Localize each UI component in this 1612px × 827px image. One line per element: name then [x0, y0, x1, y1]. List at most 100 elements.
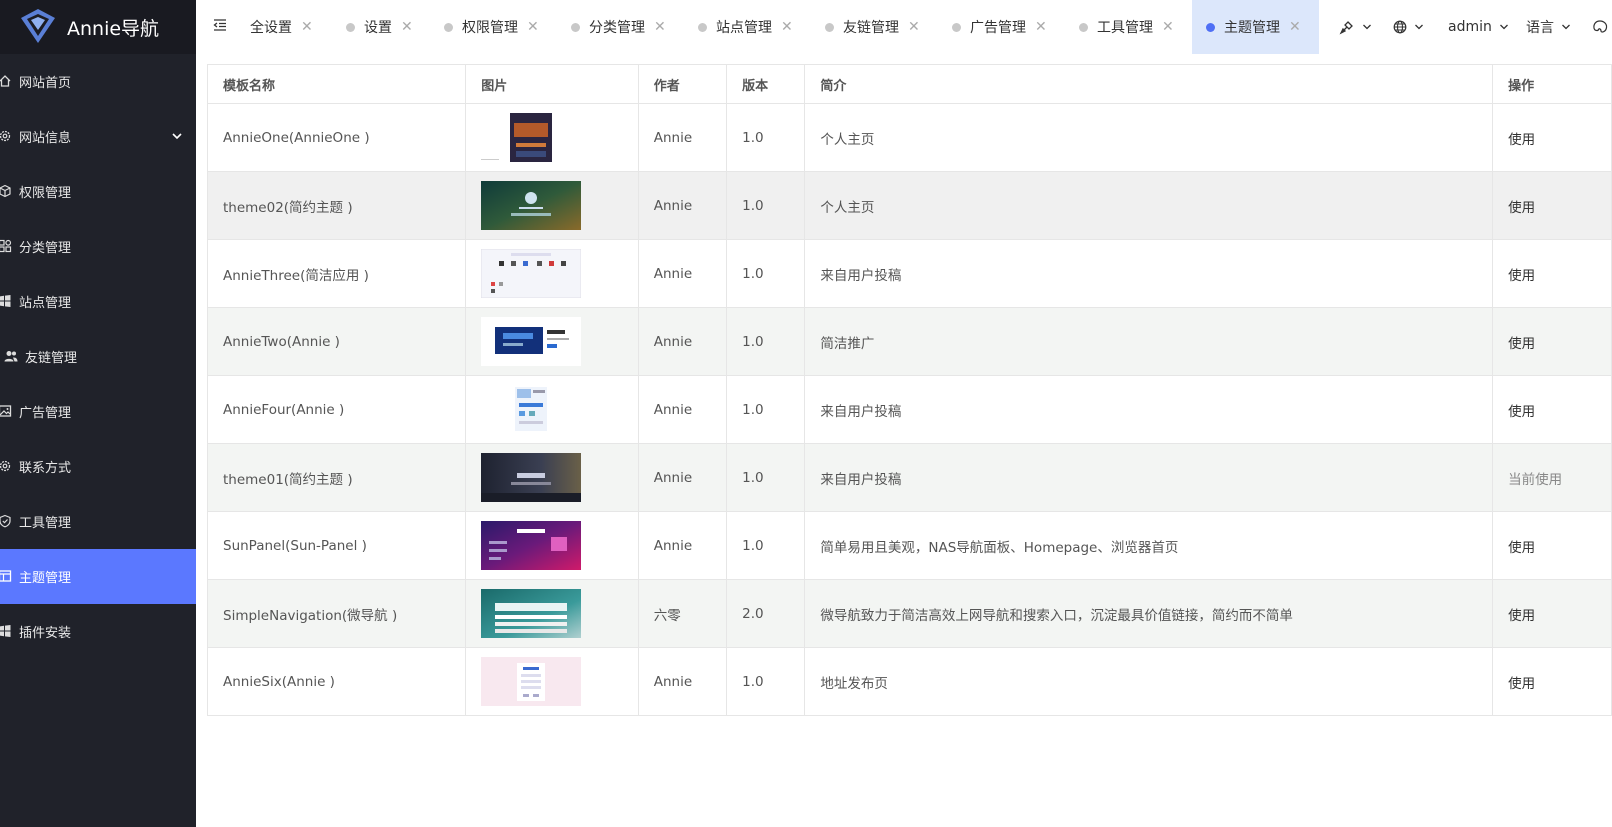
use-theme-button[interactable]: 使用 [1508, 404, 1535, 420]
column-header: 操作 [1492, 64, 1612, 104]
sidebar-item-ads[interactable]: 广告管理 [0, 384, 196, 439]
close-icon[interactable]: ✕ [527, 20, 539, 34]
close-icon[interactable]: ✕ [1289, 20, 1301, 34]
theme-thumbnail[interactable] [481, 521, 582, 570]
close-icon[interactable]: ✕ [301, 20, 313, 34]
theme-thumbnail[interactable] [481, 113, 582, 162]
theme-description: 简单易用且美观，NAS导航面板、Homepage、浏览器首页 [804, 511, 1494, 580]
theme-name: AnnieThree(简洁应用 ) [206, 239, 467, 308]
tab-label: 友链管理 [843, 20, 899, 36]
use-theme-button[interactable]: 使用 [1508, 268, 1535, 284]
theme-version: 1.0 [726, 443, 806, 512]
theme-palette-button[interactable] [1592, 0, 1608, 54]
top-header: 全设置 ✕ 设置 ✕ 权限管理 ✕ 分类管理 ✕ 站点管理 ✕ 友链管理 ✕ 广告管理 ✕ 工… [196, 0, 1612, 55]
tab-label: 全设置 [250, 20, 292, 36]
theme-author: 六零 [637, 579, 728, 648]
tab-dot-icon [825, 22, 834, 32]
close-icon[interactable]: ✕ [908, 20, 920, 34]
layout-icon [0, 570, 12, 582]
sidebar-item-permissions[interactable]: 权限管理 [0, 164, 196, 219]
language-label: 语言 [1526, 20, 1554, 36]
theme-thumbnail[interactable] [481, 657, 582, 706]
theme-thumbnail[interactable] [481, 317, 582, 366]
sidebar-item-label: 广告管理 [19, 406, 72, 421]
tab-label: 主题管理 [1224, 20, 1280, 36]
tab-categories[interactable]: 分类管理 ✕ [571, 0, 666, 54]
theme-thumbnail[interactable] [481, 249, 582, 298]
tab-tools[interactable]: 工具管理 ✕ [1079, 0, 1174, 54]
close-icon[interactable]: ✕ [781, 20, 793, 34]
tab-friend-links[interactable]: 友链管理 ✕ [825, 0, 920, 54]
tab-label: 权限管理 [462, 20, 518, 36]
globe-button[interactable] [1393, 0, 1424, 54]
sidebar-item-tools[interactable]: 工具管理 [0, 494, 196, 549]
theme-version: 1.0 [726, 239, 806, 308]
tab-themes[interactable]: 主题管理 ✕ [1192, 0, 1319, 54]
use-theme-button[interactable]: 使用 [1508, 336, 1535, 352]
theme-version: 2.0 [726, 579, 806, 648]
use-theme-button[interactable]: 使用 [1508, 540, 1535, 556]
column-header: 模板名称 [206, 64, 467, 104]
theme-description: 个人主页 [804, 103, 1494, 172]
clear-cache-button[interactable] [1339, 0, 1372, 54]
theme-version: 1.0 [726, 647, 806, 716]
close-icon[interactable]: ✕ [1162, 20, 1174, 34]
users-icon [4, 351, 18, 362]
tab-permissions[interactable]: 权限管理 ✕ [444, 0, 539, 54]
sidebar-item-friend-links[interactable]: 友链管理 [0, 329, 196, 384]
theme-author: Annie [637, 443, 728, 512]
logo-text[interactable]: Annie导航 [67, 14, 159, 41]
theme-description: 简洁推广 [804, 307, 1494, 376]
close-icon[interactable]: ✕ [654, 20, 666, 34]
theme-description: 来自用户投稿 [804, 375, 1494, 444]
menu-fold-icon[interactable] [213, 18, 227, 32]
table-row: AnnieThree(简洁应用 ) Annie 1.0 来自用户投稿 使用 [206, 239, 1612, 308]
tab-label: 分类管理 [589, 20, 645, 36]
theme-thumbnail[interactable] [481, 589, 582, 638]
theme-thumbnail-cell [465, 579, 639, 648]
theme-author: Annie [637, 171, 728, 240]
current-theme-label: 当前使用 [1508, 471, 1563, 488]
sidebar-item-themes[interactable]: 主题管理 [0, 549, 196, 604]
theme-thumbnail[interactable] [481, 181, 582, 230]
theme-author: Annie [637, 239, 728, 308]
palette-icon [1593, 20, 1608, 33]
table-row: AnnieSix(Annie ) Annie 1.0 地址发布页 使用 [206, 647, 1612, 716]
tab-sites[interactable]: 站点管理 ✕ [698, 0, 793, 54]
sidebar-menu: 网站首页 网站信息 权限管理 分类管理 站点管理 友链管理 广告管理 联系方式 … [0, 54, 196, 659]
sidebar-item-plugins[interactable]: 插件安装 [0, 604, 196, 659]
column-header: 简介 [804, 64, 1494, 104]
theme-thumbnail[interactable] [481, 385, 582, 434]
user-menu[interactable]: admin [1448, 0, 1509, 54]
logo-icon [21, 9, 55, 43]
shield-icon [0, 514, 11, 528]
use-theme-button[interactable]: 使用 [1508, 676, 1535, 692]
tab-dot-icon [571, 22, 580, 32]
main-content: 模板名称 图片 作者 版本 简介 操作 AnnieOne(AnnieOne ) … [196, 54, 1612, 827]
sidebar-item-sites[interactable]: 站点管理 [0, 274, 196, 329]
close-icon[interactable]: ✕ [1035, 20, 1047, 34]
use-theme-button[interactable]: 使用 [1508, 132, 1535, 148]
sidebar-item-categories[interactable]: 分类管理 [0, 219, 196, 274]
theme-description: 地址发布页 [804, 647, 1494, 716]
language-menu[interactable]: 语言 [1526, 0, 1571, 54]
tab-label: 站点管理 [716, 20, 772, 36]
tab-settings[interactable]: 设置 ✕ [346, 0, 413, 54]
tab-all-settings[interactable]: 全设置 ✕ [250, 0, 313, 54]
gear-icon [0, 130, 11, 142]
username: admin [1448, 19, 1492, 35]
use-theme-button[interactable]: 使用 [1508, 200, 1535, 216]
themes-table: 模板名称 图片 作者 版本 简介 操作 AnnieOne(AnnieOne ) … [206, 64, 1612, 716]
sidebar-item-home[interactable]: 网站首页 [0, 54, 196, 109]
home-icon [0, 75, 11, 87]
tab-ads[interactable]: 广告管理 ✕ [952, 0, 1047, 54]
theme-version: 1.0 [726, 375, 806, 444]
theme-thumbnail[interactable] [481, 453, 582, 502]
close-icon[interactable]: ✕ [401, 20, 413, 34]
theme-version: 1.0 [726, 103, 806, 172]
chevron-down-icon [1499, 24, 1508, 30]
use-theme-button[interactable]: 使用 [1508, 608, 1535, 624]
table-header-row: 模板名称 图片 作者 版本 简介 操作 [206, 64, 1612, 104]
sidebar-item-contact[interactable]: 联系方式 [0, 439, 196, 494]
sidebar-item-site-info[interactable]: 网站信息 [0, 109, 196, 164]
